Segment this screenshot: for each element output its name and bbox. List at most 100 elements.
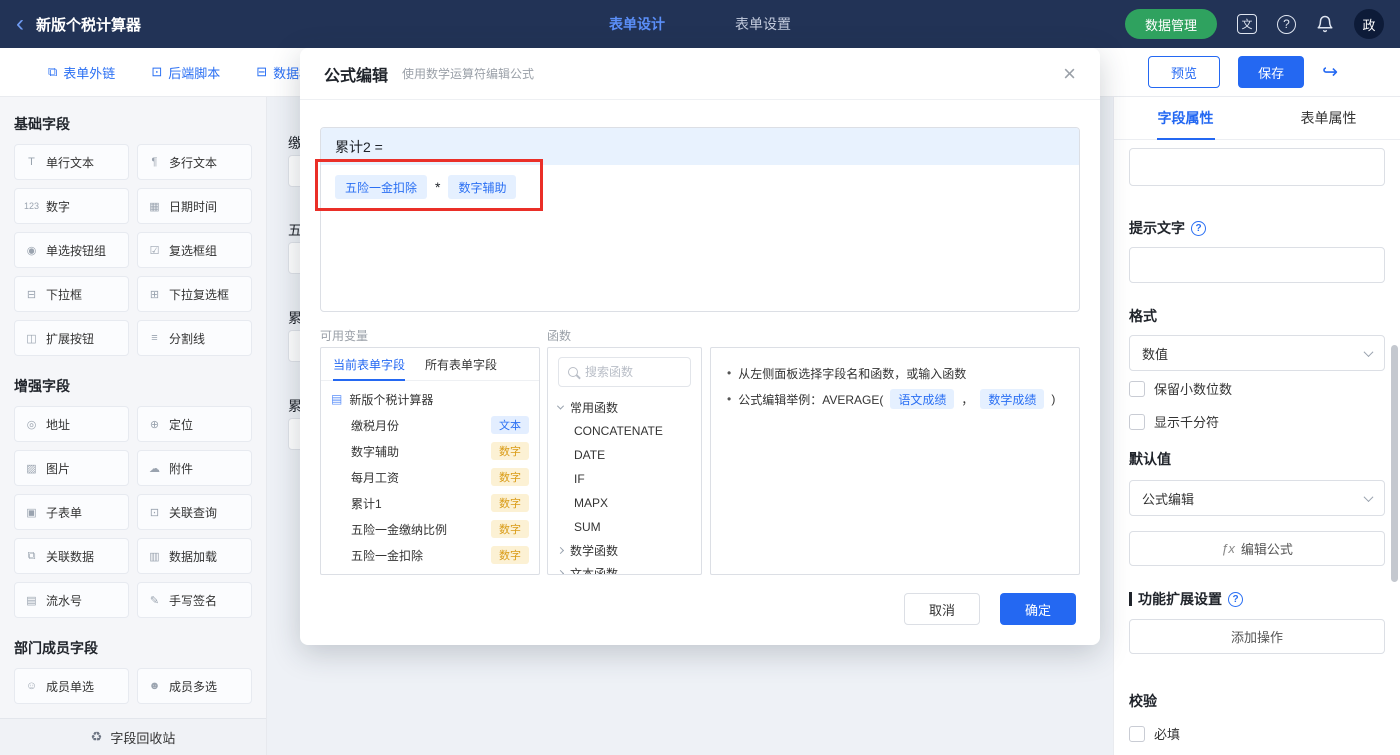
- field-location[interactable]: ⊕ 定位: [137, 406, 252, 442]
- function-search-input[interactable]: [585, 365, 681, 379]
- preview-button[interactable]: 预览: [1148, 56, 1221, 88]
- extension-settings-label: 功能扩展设置: [1129, 589, 1385, 609]
- formula-token-field[interactable]: 五险一金扣除: [335, 175, 428, 199]
- member-single-icon: ☺: [25, 680, 38, 692]
- modal-header: 公式编辑 使用数学运算符编辑公式 ×: [300, 48, 1100, 100]
- required-checkbox[interactable]: [1129, 725, 1145, 742]
- function-item[interactable]: DATE: [548, 443, 701, 467]
- field-serial-number[interactable]: ▤ 流水号: [14, 582, 129, 618]
- field-radio-group[interactable]: ◉ 单选按钮组: [14, 232, 129, 268]
- variables-root[interactable]: ▤ 新版个税计算器: [321, 386, 539, 412]
- extend-button-icon: ◫: [26, 332, 37, 345]
- chevron-right-icon: [556, 546, 565, 555]
- function-item[interactable]: IF: [548, 467, 701, 491]
- enhanced-fields-grid: ◎ 地址 ⊕ 定位 ▨ 图片 ☁ 附件 ▣ 子表单 ⊡ 关联查询 ⧉ 关联数据 ▥ 数据加载 ▤…: [14, 406, 252, 618]
- serial-number-icon: ▤: [26, 594, 37, 607]
- field-title-input[interactable]: [1129, 148, 1385, 186]
- format-select[interactable]: 数值: [1129, 335, 1385, 371]
- field-linked-query[interactable]: ⊡ 关联查询: [137, 494, 252, 530]
- example-token: 语文成绩: [890, 389, 955, 409]
- function-item[interactable]: CONCATENATE: [548, 419, 701, 443]
- field-single-line-text[interactable]: T 单行文本: [14, 144, 129, 180]
- field-subform[interactable]: ▣ 子表单: [14, 494, 129, 530]
- field-checkbox-group[interactable]: ☑ 复选框组: [137, 232, 252, 268]
- field-data-load[interactable]: ▥ 数据加载: [137, 538, 252, 574]
- extension-help-icon[interactable]: [1228, 591, 1243, 607]
- formula-input-area[interactable]: 五险一金扣除 * 数字辅助: [321, 165, 1079, 209]
- location-icon: ⊕: [149, 418, 160, 431]
- dropdown-multi-icon: ⊞: [149, 288, 160, 301]
- field-address[interactable]: ◎ 地址: [14, 406, 129, 442]
- variable-item[interactable]: 缴税月份 文本: [321, 412, 539, 438]
- field-dropdown[interactable]: ⊟ 下拉框: [14, 276, 129, 312]
- close-icon[interactable]: ×: [1063, 62, 1076, 85]
- tab-form-settings[interactable]: 表单设置: [735, 14, 791, 34]
- tab-form-properties[interactable]: 表单属性: [1257, 97, 1400, 139]
- function-item[interactable]: MAPX: [548, 491, 701, 515]
- field-dropdown-multi[interactable]: ⊞ 下拉复选框: [137, 276, 252, 312]
- recycle-icon: ♻: [90, 729, 103, 744]
- form-external-link[interactable]: ⧉ 表单外链: [48, 63, 115, 82]
- notification-bell-icon[interactable]: [1316, 15, 1334, 33]
- data-load-icon: ▥: [149, 550, 160, 563]
- tab-current-form-fields[interactable]: 当前表单字段: [333, 348, 406, 381]
- tab-field-properties[interactable]: 字段属性: [1114, 97, 1257, 139]
- properties-panel: 字段属性 表单属性 提示文字 格式 数值 保留小数位数 显示千分符 默认值 公式…: [1113, 97, 1400, 755]
- variables-tree: ▤ 新版个税计算器 缴税月份 文本 数字辅助 数字 每月工资 数字 累计1 数字 五险一…: [321, 381, 539, 573]
- user-avatar[interactable]: 政: [1354, 9, 1384, 39]
- field-linked-data[interactable]: ⧉ 关联数据: [14, 538, 129, 574]
- field-datetime[interactable]: ▦ 日期时间: [137, 188, 252, 224]
- data-manage-button[interactable]: 数据管理: [1124, 9, 1217, 39]
- variable-item[interactable]: 累计1 数字: [321, 490, 539, 516]
- thousand-separator-checkbox[interactable]: [1129, 413, 1145, 430]
- field-attachment[interactable]: ☁ 附件: [137, 450, 252, 486]
- hint-text-input[interactable]: [1129, 247, 1385, 283]
- variable-item[interactable]: 五险一金扣除 数字: [321, 542, 539, 568]
- field-extend-button[interactable]: ◫ 扩展按钮: [14, 320, 129, 356]
- functions-section-label: 函数: [547, 329, 572, 343]
- add-action-button[interactable]: 添加操作: [1129, 619, 1385, 654]
- variable-item[interactable]: 每月工资 数字: [321, 464, 539, 490]
- keep-decimals-checkbox[interactable]: [1129, 380, 1145, 397]
- chevron-down-icon: [556, 402, 565, 410]
- scrollbar-thumb[interactable]: [1391, 345, 1398, 582]
- formula-editor: 累计2 = 五险一金扣除 * 数字辅助: [320, 127, 1080, 312]
- hint-help-icon[interactable]: [1191, 220, 1206, 236]
- field-signature[interactable]: ✎ 手写签名: [137, 582, 252, 618]
- chevron-down-icon: [1363, 491, 1374, 502]
- field-multi-line-text[interactable]: ¶ 多行文本: [137, 144, 252, 180]
- function-item[interactable]: SUM: [548, 515, 701, 539]
- address-icon: ◎: [26, 418, 37, 431]
- cancel-button[interactable]: 取消: [904, 593, 980, 625]
- subform-icon: ▣: [26, 506, 37, 519]
- default-value-select[interactable]: 公式编辑: [1129, 480, 1385, 516]
- variable-item[interactable]: 五险一金缴纳比例 数字: [321, 516, 539, 542]
- field-number[interactable]: 123 数字: [14, 188, 129, 224]
- single-line-text-icon: T: [28, 156, 35, 168]
- function-group-text[interactable]: 文本函数: [548, 562, 701, 574]
- edit-formula-button[interactable]: ƒx 编辑公式: [1129, 531, 1385, 566]
- help-icon[interactable]: [1277, 14, 1296, 34]
- save-button[interactable]: 保存: [1238, 56, 1305, 88]
- formula-token-field[interactable]: 数字辅助: [448, 175, 517, 199]
- dropdown-icon: ⊟: [26, 288, 37, 301]
- required-row: 必填: [1129, 724, 1385, 743]
- linked-query-icon: ⊡: [149, 506, 160, 519]
- field-member-multi[interactable]: ☻ 成员多选: [137, 668, 252, 704]
- tab-all-form-fields[interactable]: 所有表单字段: [425, 348, 497, 380]
- tab-form-design[interactable]: 表单设计: [609, 14, 665, 34]
- function-group-common[interactable]: 常用函数: [548, 396, 701, 419]
- field-recycle-bin[interactable]: ♻ 字段回收站: [0, 718, 266, 755]
- script-icon: ⊡: [151, 64, 163, 79]
- field-member-single[interactable]: ☺ 成员单选: [14, 668, 129, 704]
- backend-script-link[interactable]: ⊡ 后端脚本: [151, 63, 220, 82]
- function-group-math[interactable]: 数学函数: [548, 539, 701, 562]
- field-divider[interactable]: ≡ 分割线: [137, 320, 252, 356]
- type-badge-number: 数字: [491, 468, 529, 486]
- language-icon[interactable]: 文: [1237, 14, 1257, 34]
- field-image[interactable]: ▨ 图片: [14, 450, 129, 486]
- share-icon[interactable]: ↪: [1322, 61, 1338, 84]
- variables-panel: 当前表单字段 所有表单字段 ▤ 新版个税计算器 缴税月份 文本 数字辅助 数字 每月…: [320, 347, 540, 575]
- variable-item[interactable]: 数字辅助 数字: [321, 438, 539, 464]
- confirm-button[interactable]: 确定: [1000, 593, 1076, 625]
